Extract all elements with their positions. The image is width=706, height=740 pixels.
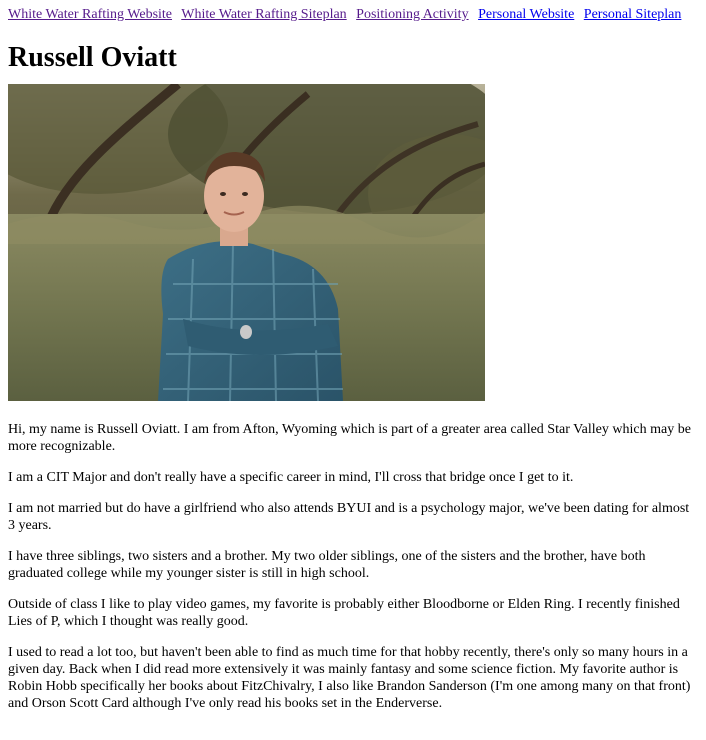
bio-paragraph: Hi, my name is Russell Oviatt. I am from… [8, 422, 691, 454]
nav-link-positioning-activity[interactable]: Positioning Activity [356, 7, 468, 22]
top-nav: White Water Rafting Website White Water … [8, 0, 698, 25]
nav-link-rafting-siteplan[interactable]: White Water Rafting Siteplan [181, 7, 346, 22]
bio-section: Hi, my name is Russell Oviatt. I am from… [8, 421, 698, 712]
bio-paragraph: Outside of class I like to play video ga… [8, 597, 680, 629]
bio-paragraph: I am not married but do have a girlfrien… [8, 501, 690, 533]
bio-paragraph: I used to read a lot too, but haven't be… [8, 645, 691, 711]
portrait-photo [8, 84, 485, 401]
nav-link-personal-website[interactable]: Personal Website [478, 7, 574, 22]
nav-link-personal-siteplan[interactable]: Personal Siteplan [584, 7, 682, 22]
page-title: Russell Oviatt [8, 42, 177, 73]
bio-paragraph: I am a CIT Major and don't really have a… [8, 470, 574, 485]
bio-paragraph: I have three siblings, two sisters and a… [8, 549, 646, 581]
portrait-photo-image [8, 84, 485, 401]
nav-link-rafting-website[interactable]: White Water Rafting Website [8, 7, 172, 22]
